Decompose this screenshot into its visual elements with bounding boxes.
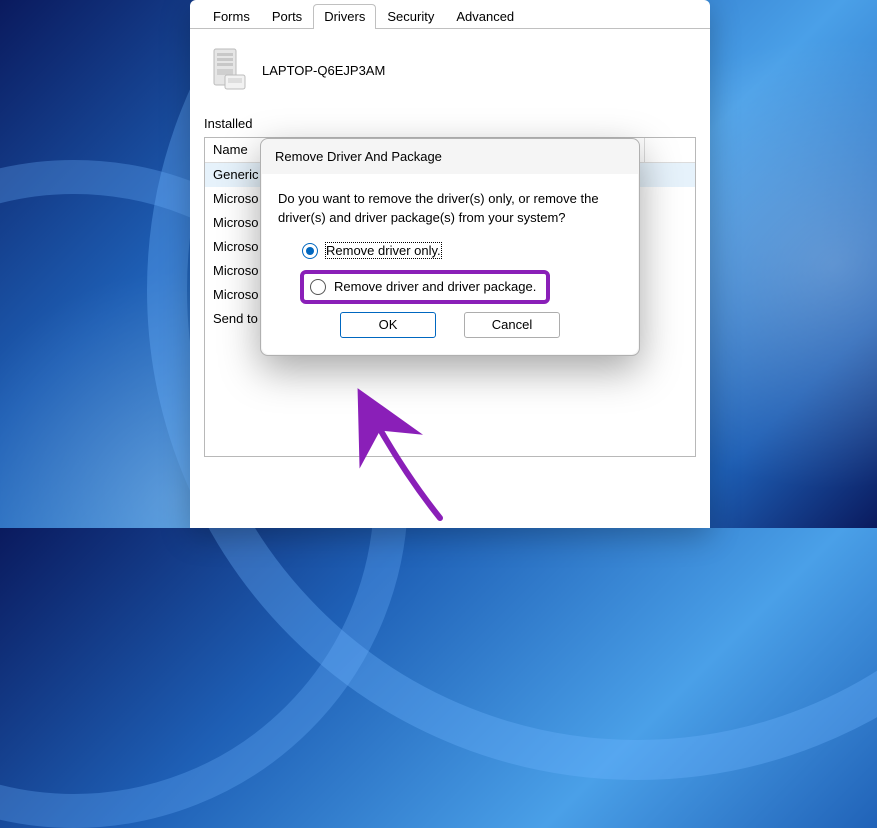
radio-driver-only[interactable]: Remove driver only.	[300, 242, 622, 260]
print-server-icon	[208, 47, 248, 94]
tab-drivers[interactable]: Drivers	[313, 4, 376, 29]
installed-label: Installed	[204, 108, 696, 137]
ok-button[interactable]: OK	[340, 312, 436, 338]
dialog-buttons: OK Cancel	[278, 312, 622, 338]
server-header: LAPTOP-Q6EJP3AM	[204, 41, 696, 108]
remove-driver-dialog: Remove Driver And Package Do you want to…	[260, 138, 640, 356]
tab-ports[interactable]: Ports	[261, 4, 313, 29]
radio-icon	[302, 243, 318, 259]
radio-driver-and-package[interactable]: Remove driver and driver package.	[308, 278, 538, 296]
annotation-highlight: Remove driver and driver package.	[300, 270, 550, 304]
cancel-button[interactable]: Cancel	[464, 312, 560, 338]
dialog-message: Do you want to remove the driver(s) only…	[278, 190, 622, 228]
tab-security[interactable]: Security	[376, 4, 445, 29]
tab-forms[interactable]: Forms	[202, 4, 261, 29]
server-name: LAPTOP-Q6EJP3AM	[262, 63, 385, 78]
radio-icon	[310, 279, 326, 295]
dialog-body: Do you want to remove the driver(s) only…	[262, 174, 638, 354]
radio-label-driver-and-package: Remove driver and driver package.	[334, 279, 536, 294]
radio-group: Remove driver only. Remove driver and dr…	[278, 242, 622, 304]
tab-advanced[interactable]: Advanced	[445, 4, 525, 29]
dialog-title: Remove Driver And Package	[261, 139, 639, 170]
tabstrip: Forms Ports Drivers Security Advanced	[190, 0, 710, 28]
radio-label-driver-only: Remove driver only.	[326, 243, 441, 258]
